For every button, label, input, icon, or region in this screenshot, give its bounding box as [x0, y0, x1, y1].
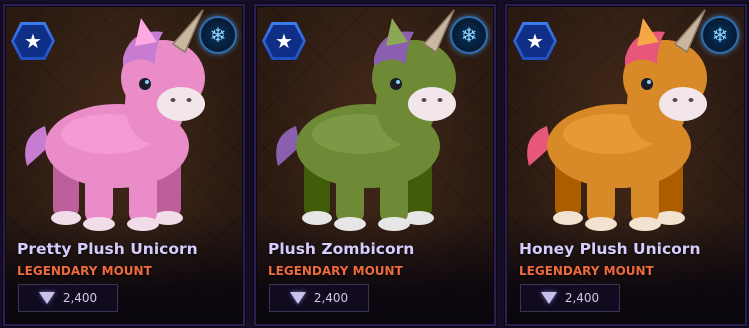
snowflake-icon: ❄ — [450, 16, 488, 54]
mount-card-plush-zombicorn[interactable]: ★ ❄ Plush Zombicorn LEGENDARY MOUNT 2,40… — [254, 4, 496, 326]
price-value: 2,400 — [62, 291, 98, 305]
mount-title: Pretty Plush Unicorn — [17, 240, 198, 258]
mount-title: Plush Zombicorn — [268, 240, 415, 258]
mount-rarity: LEGENDARY MOUNT — [268, 264, 403, 278]
gem-currency-icon — [289, 292, 306, 304]
price-value: 2,400 — [313, 291, 349, 305]
price-value: 2,400 — [564, 291, 600, 305]
price-button[interactable]: 2,400 — [520, 284, 620, 312]
mount-rarity: LEGENDARY MOUNT — [519, 264, 654, 278]
star-icon: ★ — [275, 29, 293, 53]
mount-title: Honey Plush Unicorn — [519, 240, 701, 258]
mount-card-honey-plush-unicorn[interactable]: ★ ❄ Honey Plush Unicorn LEGENDARY MOUNT … — [505, 4, 747, 326]
mount-card-pretty-plush-unicorn[interactable]: ★ ❄ Pretty Plush Unicorn LEGENDARY MOUNT… — [3, 4, 245, 326]
star-icon: ★ — [24, 29, 42, 53]
price-button[interactable]: 2,400 — [269, 284, 369, 312]
snowflake-icon: ❄ — [199, 16, 237, 54]
gem-currency-icon — [540, 292, 557, 304]
snowflake-icon: ❄ — [701, 16, 739, 54]
price-button[interactable]: 2,400 — [18, 284, 118, 312]
gem-currency-icon — [38, 292, 55, 304]
mount-rarity: LEGENDARY MOUNT — [17, 264, 152, 278]
star-icon: ★ — [526, 29, 544, 53]
